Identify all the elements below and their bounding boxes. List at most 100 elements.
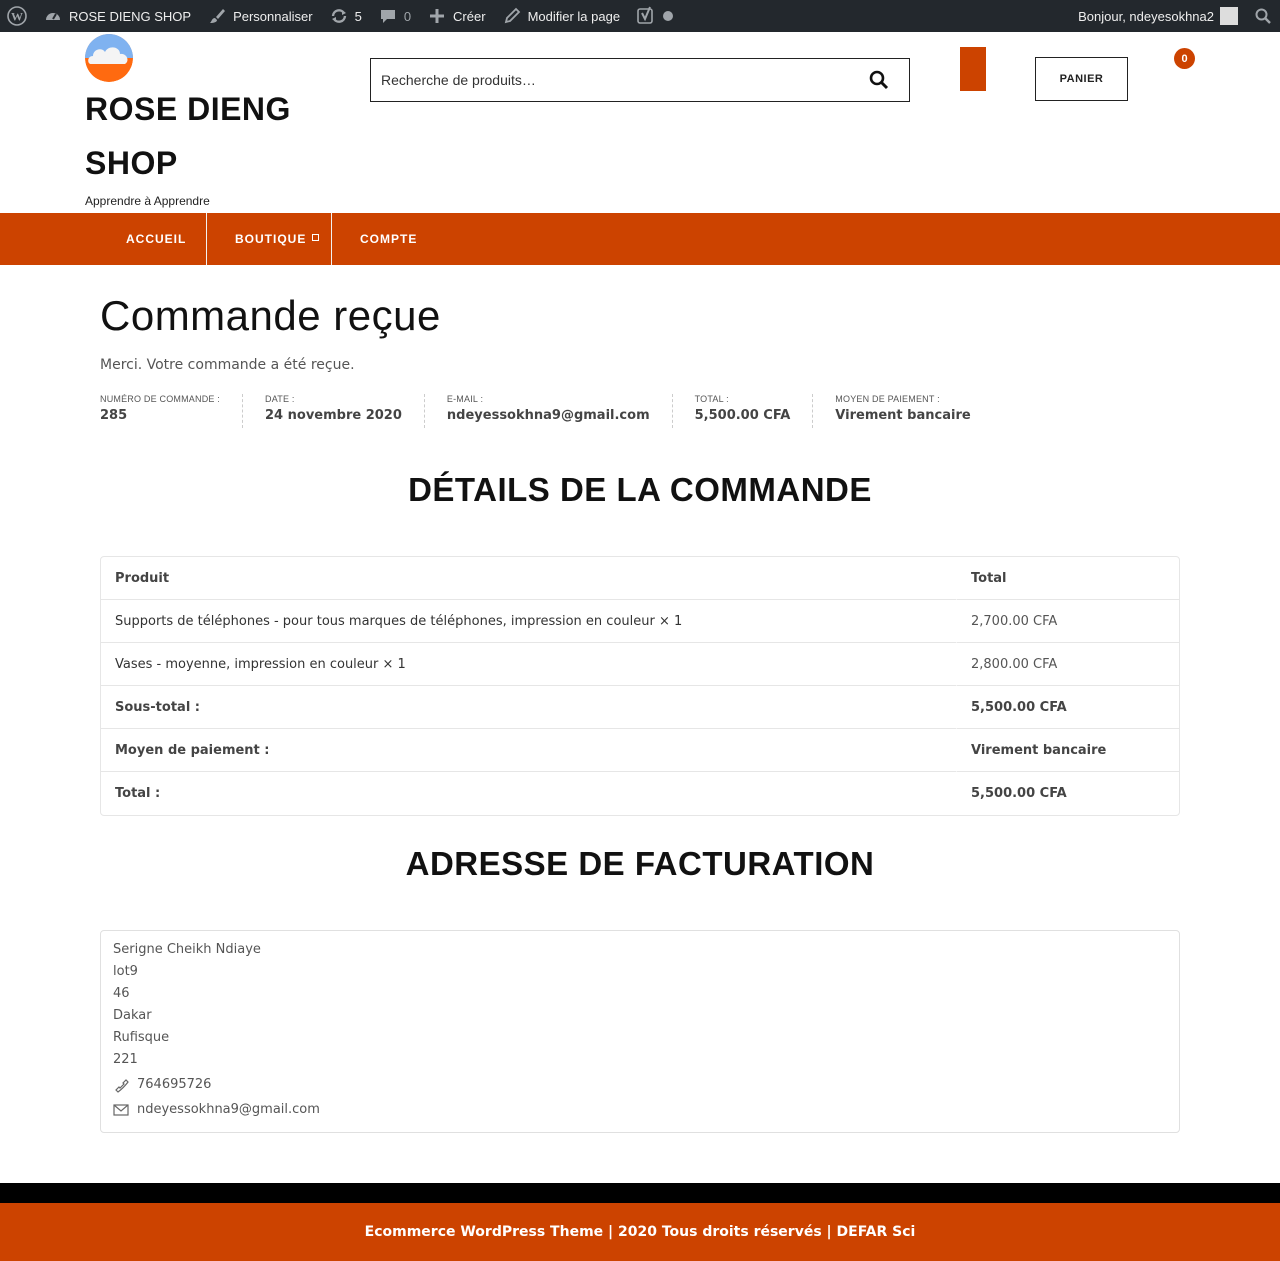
- nav-divider: [331, 213, 332, 265]
- order-number-label: NUMÉRO DE COMMANDE :: [100, 394, 221, 404]
- order-payment-label: MOYEN DE PAIEMENT :: [835, 394, 940, 404]
- order-email-label: E-MAIL :: [446, 394, 484, 404]
- page-title: Commande reçue: [100, 292, 441, 339]
- updates-icon: [331, 9, 346, 23]
- admin-greeting: Bonjour, ndeyesokhna2: [1078, 8, 1214, 24]
- payment-row: Moyen de paiement : Virement bancaire: [101, 729, 1179, 772]
- billing-address-line1: lot9: [113, 964, 138, 979]
- total-row: Total : 5,500.00 CFA: [101, 772, 1179, 815]
- admin-site-link[interactable]: ROSE DIENG SHOP: [35, 0, 199, 32]
- cart-count-badge[interactable]: 0: [1174, 48, 1195, 69]
- order-date-value: 24 novembre 2020: [265, 408, 402, 423]
- footer-divider-band: [0, 1183, 1280, 1203]
- billing-city: Dakar: [113, 1008, 152, 1023]
- wordpress-icon: W: [7, 6, 27, 26]
- comment-icon: [380, 10, 395, 23]
- billing-address-line2: 46: [113, 986, 130, 1001]
- order-number-value: 285: [100, 408, 128, 423]
- table-row: Supports de téléphones - pour tous marqu…: [101, 600, 1179, 643]
- plus-icon: [430, 9, 445, 23]
- admin-new-link[interactable]: Créer: [419, 0, 494, 32]
- site-footer: Ecommerce WordPress Theme | 2020 Tous dr…: [0, 1203, 1280, 1261]
- billing-email-value: ndeyessokhna9@gmail.com: [137, 1102, 320, 1117]
- envelope-icon: [113, 1104, 129, 1116]
- admin-seo-link[interactable]: [628, 0, 682, 32]
- site-tagline: Apprendre à Apprendre: [85, 194, 210, 208]
- product-search-input[interactable]: [371, 60, 849, 100]
- column-header-product: Produit: [101, 557, 957, 600]
- product-cell: Supports de téléphones - pour tous marqu…: [101, 600, 957, 643]
- subtotal-value: 5,500.00 CFA: [957, 686, 1179, 729]
- admin-customize-link[interactable]: Personnaliser: [199, 0, 321, 32]
- subtotal-label: Sous-total :: [101, 686, 957, 729]
- column-header-total: Total: [957, 557, 1179, 600]
- main-navigation: ACCUEIL BOUTIQUE COMPTE: [0, 213, 1280, 265]
- order-thanks-message: Merci. Votre commande a été reçue.: [100, 357, 355, 373]
- svg-text:W: W: [11, 10, 23, 24]
- site-title-line2: SHOP: [85, 145, 178, 181]
- order-payment-method: MOYEN DE PAIEMENT : Virement bancaire: [835, 394, 992, 428]
- billing-postcode: 221: [113, 1052, 138, 1067]
- avatar: [1220, 7, 1238, 25]
- nav-item-label: ACCUEIL: [126, 232, 187, 246]
- billing-address: Serigne Cheikh Ndiaye lot9 46 Dakar Rufi…: [100, 930, 1180, 1133]
- nav-divider: [206, 213, 207, 265]
- yoast-icon: [637, 6, 653, 24]
- paintbrush-icon: [210, 9, 226, 23]
- product-name-link[interactable]: Supports de téléphones - pour tous marqu…: [115, 614, 655, 629]
- billing-email: ndeyessokhna9@gmail.com: [113, 1099, 1167, 1121]
- product-search-form: [370, 58, 910, 102]
- order-details-heading: DÉTAILS DE LA COMMANDE: [408, 471, 872, 508]
- total-value: 5,500.00 CFA: [971, 786, 1067, 801]
- order-total-label: TOTAL :: [694, 394, 729, 404]
- order-date-label: DATE :: [265, 394, 295, 404]
- site-title[interactable]: ROSE DIENG SHOP: [85, 82, 325, 190]
- table-row: Vases - moyenne, impression en couleur ×…: [101, 643, 1179, 686]
- wordpress-logo-button[interactable]: W: [0, 0, 35, 32]
- nav-item-compte[interactable]: COMPTE: [360, 213, 417, 265]
- billing-address-heading: ADRESSE DE FACTURATION: [405, 845, 875, 882]
- admin-comments-link[interactable]: 0: [370, 0, 419, 32]
- site-logo[interactable]: [85, 34, 133, 82]
- order-payment-value: Virement bancaire: [835, 408, 971, 423]
- nav-item-accueil[interactable]: ACCUEIL: [126, 213, 186, 265]
- order-email-value: ndeyessokhna9@gmail.com: [446, 408, 650, 423]
- order-date: DATE : 24 novembre 2020: [265, 394, 425, 428]
- product-quantity: × 1: [382, 656, 406, 672]
- admin-site-name: ROSE DIENG SHOP: [69, 8, 192, 24]
- subtotal-row: Sous-total : 5,500.00 CFA: [101, 686, 1179, 729]
- admin-new-label: Créer: [453, 8, 486, 24]
- phone-icon: [115, 1079, 129, 1093]
- order-total-value: 5,500.00 CFA: [694, 408, 791, 423]
- billing-phone-value: 764695726: [137, 1077, 212, 1092]
- nav-item-boutique[interactable]: BOUTIQUE: [235, 213, 320, 265]
- header-accent-block: [960, 47, 986, 91]
- admin-updates-link[interactable]: 5: [321, 0, 370, 32]
- search-icon: [1255, 8, 1271, 24]
- order-number: NUMÉRO DE COMMANDE : 285: [100, 394, 244, 428]
- billing-phone: 764695726: [113, 1074, 1167, 1096]
- dashboard-icon: [46, 13, 60, 20]
- admin-edit-page-link[interactable]: Modifier la page: [494, 0, 629, 32]
- order-overview: NUMÉRO DE COMMANDE : 285 DATE : 24 novem…: [100, 394, 1015, 428]
- table-header-row: Produit Total: [101, 557, 1179, 600]
- admin-account-link[interactable]: Bonjour, ndeyesokhna2: [1070, 0, 1246, 32]
- cloud-logo-icon: [85, 34, 133, 82]
- admin-comments-count: 0: [403, 8, 412, 24]
- product-total: 2,800.00 CFA: [957, 643, 1179, 686]
- billing-state: Rufisque: [113, 1030, 170, 1045]
- submenu-indicator-icon: [312, 233, 320, 241]
- search-submit-button[interactable]: [849, 59, 909, 101]
- order-email: E-MAIL : ndeyessokhna9@gmail.com: [447, 394, 673, 428]
- product-name-link[interactable]: Vases - moyenne, impression en couleur: [115, 657, 378, 672]
- payment-value: Virement bancaire: [957, 729, 1179, 772]
- cart-button[interactable]: PANIER: [1035, 57, 1128, 101]
- product-total: 2,700.00 CFA: [957, 600, 1179, 643]
- product-quantity: × 1: [658, 613, 683, 629]
- product-cell: Vases - moyenne, impression en couleur ×…: [101, 643, 957, 686]
- order-total: TOTAL : 5,500.00 CFA: [695, 394, 814, 428]
- order-details-table: Produit Total Supports de téléphones - p…: [100, 556, 1180, 816]
- site-title-line1: ROSE DIENG: [85, 91, 291, 127]
- admin-bar: W ROSE DIENG SHOP Personnaliser 5 0 Crée…: [0, 0, 1280, 32]
- admin-search-button[interactable]: [1246, 0, 1280, 32]
